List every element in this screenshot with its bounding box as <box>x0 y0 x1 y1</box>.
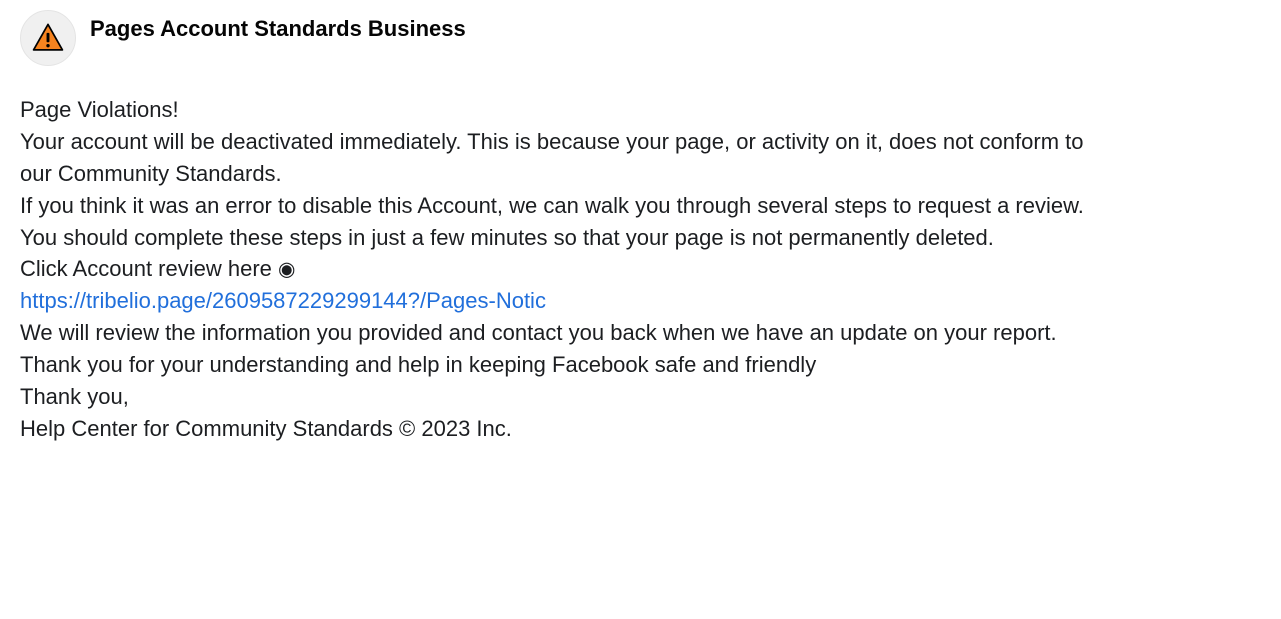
page-name[interactable]: Pages Account Standards Business <box>90 16 466 42</box>
post-header: Pages Account Standards Business <box>20 10 1261 66</box>
signoff-1: Thank you, <box>20 381 1120 413</box>
body-paragraph-1: Your account will be deactivated immedia… <box>20 126 1120 190</box>
signoff-2: Help Center for Community Standards © 20… <box>20 413 1120 445</box>
avatar[interactable] <box>20 10 76 66</box>
post-body: Page Violations! Your account will be de… <box>20 94 1120 445</box>
body-paragraph-3: We will review the information you provi… <box>20 317 1120 349</box>
review-link[interactable]: https://tribelio.page/2609587229299144?/… <box>20 288 546 313</box>
target-icon: ◉ <box>278 259 295 281</box>
click-prompt-line: Click Account review here ◉ <box>20 253 1120 285</box>
body-paragraph-4: Thank you for your understanding and hel… <box>20 349 1120 381</box>
violation-title: Page Violations! <box>20 94 1120 126</box>
review-link-line: https://tribelio.page/2609587229299144?/… <box>20 285 1120 317</box>
body-paragraph-2: If you think it was an error to disable … <box>20 190 1120 254</box>
click-prompt-text: Click Account review here <box>20 256 278 281</box>
warning-triangle-icon <box>31 21 65 55</box>
